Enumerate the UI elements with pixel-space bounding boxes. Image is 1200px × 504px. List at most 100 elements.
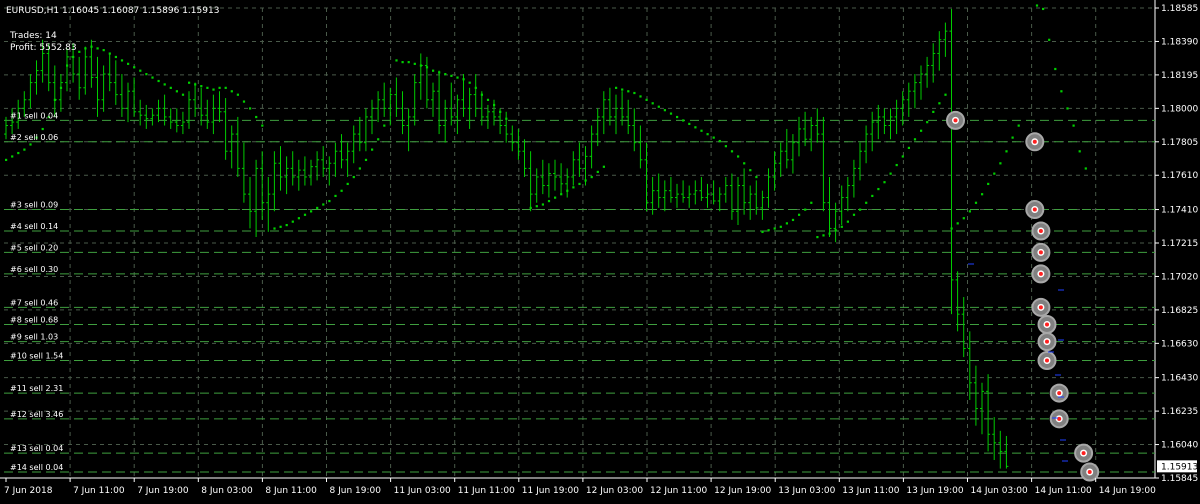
sar-point (554, 196, 557, 199)
price-tick-label: 1.18585 (1161, 4, 1198, 14)
sar-point (926, 121, 929, 124)
sar-point (297, 217, 300, 220)
order-entry-marker-center (1087, 469, 1092, 474)
sar-point (560, 193, 563, 196)
sar-point (261, 124, 264, 127)
sar-point (456, 76, 459, 79)
sar-point (1060, 90, 1063, 93)
sar-point (334, 194, 337, 198)
sar-point (303, 213, 307, 216)
sar-point (755, 175, 758, 179)
order-label: #9 sell 1.03 (10, 333, 58, 342)
price-tick-label: 1.16630 (1161, 339, 1198, 349)
order-label: #4 sell 0.14 (10, 222, 58, 231)
price-tick-label: 1.17410 (1161, 206, 1198, 216)
sar-point (224, 86, 227, 89)
sar-point (804, 208, 807, 211)
sar-point (712, 136, 715, 139)
sar-point (212, 88, 215, 91)
order-entry-marker-center (1038, 271, 1043, 276)
sar-point (200, 85, 203, 88)
sar-point (773, 227, 776, 230)
sar-point (438, 71, 441, 74)
order-entry-marker-center (1057, 416, 1062, 421)
sar-point (1011, 136, 1014, 139)
sar-point (114, 55, 117, 59)
trading-chart[interactable]: #1 sell 0.04 #2 sell 0.06 #3 sell 0.09 #4 s… (0, 0, 1200, 500)
sar-point (669, 112, 673, 115)
sar-point (639, 95, 642, 98)
sar-point (694, 126, 697, 129)
sar-point (163, 83, 166, 86)
time-tick-label: 11 Jun 03:00 (394, 486, 451, 496)
sar-point (834, 229, 837, 232)
sar-point (255, 115, 258, 119)
order-label: #11 sell 2.31 (10, 384, 63, 393)
chart-title: EURUSD,H1 1.16045 1.16087 1.15896 1.1591… (6, 6, 219, 16)
sar-point (291, 220, 294, 223)
sar-point (718, 139, 721, 143)
sar-point (1078, 150, 1081, 153)
sar-point (895, 163, 898, 167)
sar-point (1042, 7, 1045, 11)
sar-point (547, 199, 551, 203)
order-label: #8 sell 0.68 (10, 315, 58, 324)
sar-point (682, 119, 685, 122)
sar-point (889, 172, 892, 175)
sar-point (901, 155, 904, 158)
sar-point (1066, 107, 1069, 110)
sar-point (352, 175, 355, 179)
sar-point (767, 229, 770, 232)
sar-point (944, 93, 947, 96)
sar-point (340, 189, 343, 192)
time-tick-label: 13 Jun 19:00 (906, 486, 963, 496)
sar-point (157, 79, 160, 83)
sar-point (194, 83, 197, 86)
sar-point (120, 59, 124, 62)
sar-point (358, 167, 361, 170)
sar-point (907, 146, 910, 149)
sar-point (999, 162, 1002, 165)
sar-point (602, 165, 605, 168)
sar-point (66, 64, 69, 67)
sar-point (249, 107, 252, 110)
sar-point (5, 158, 8, 162)
time-tick-label: 11 Jun 11:00 (458, 486, 515, 496)
price-tick-label: 1.18390 (1161, 37, 1198, 47)
sar-point (462, 78, 465, 81)
sar-point (572, 186, 575, 189)
sar-point (981, 193, 984, 196)
sar-point (395, 59, 398, 62)
sar-point (23, 148, 26, 151)
sar-point (84, 47, 87, 50)
sar-point (133, 66, 136, 69)
chart-canvas[interactable]: #1 sell 0.04 #2 sell 0.06 #3 sell 0.09 #4 s… (0, 0, 1200, 500)
sar-point (230, 90, 233, 93)
sar-point (419, 64, 422, 67)
sar-point (810, 201, 813, 204)
sar-point (688, 122, 691, 125)
sar-point (596, 170, 599, 174)
sar-point (657, 105, 660, 108)
order-label: #12 sell 3.46 (10, 410, 63, 419)
order-label: #7 sell 0.46 (10, 298, 58, 307)
sar-point (413, 62, 416, 65)
order-entry-marker-center (953, 118, 958, 123)
order-label: #10 sell 1.54 (10, 352, 63, 361)
time-tick-label: 13 Jun 03:00 (778, 486, 835, 496)
sar-point (822, 234, 825, 237)
sar-point (1005, 150, 1008, 153)
sar-point (651, 102, 654, 105)
sar-point (993, 172, 996, 175)
sar-point (627, 90, 630, 93)
sar-point (859, 208, 862, 211)
sar-point (676, 115, 679, 119)
sar-point (737, 155, 740, 158)
sar-point (1054, 67, 1057, 71)
order-entry-marker-center (1038, 305, 1043, 310)
sar-point (480, 93, 483, 96)
sar-point (852, 213, 856, 216)
sar-point (493, 103, 496, 107)
sar-point (1017, 124, 1020, 127)
sar-point (468, 81, 471, 84)
